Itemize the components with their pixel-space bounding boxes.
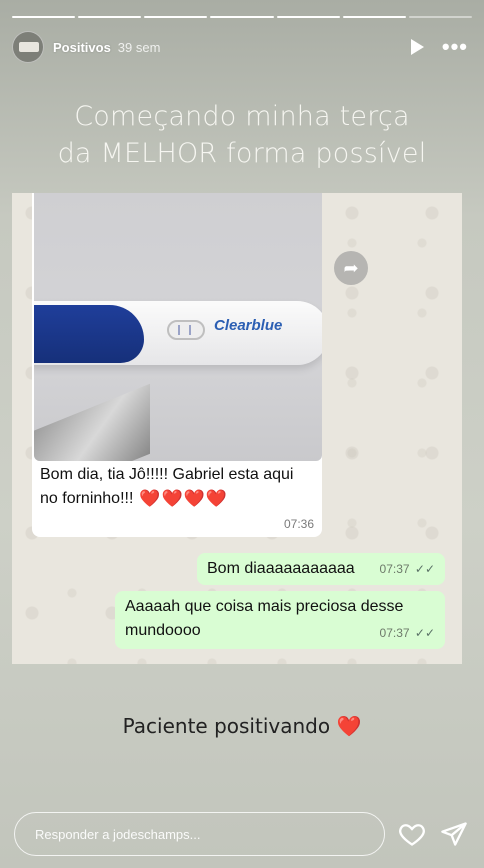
incoming-message-bubble: Clearblue Bom dia, tia Jô!!!!! Gabriel e… [32,193,322,537]
foil-wrapper [34,383,150,461]
progress-segment [408,16,472,18]
story-progress-bar [12,16,472,18]
progress-segment [12,16,76,18]
reply-input[interactable] [35,826,384,842]
bottom-caption: Paciente positivando ❤️ [0,714,484,738]
test-cap [34,305,144,363]
like-heart-icon[interactable] [398,820,426,848]
send-icon[interactable] [440,820,468,848]
story-caption: Começando minha terça da MELHOR forma po… [0,98,484,172]
progress-segment [144,16,208,18]
chat-screenshot: Clearblue Bom dia, tia Jô!!!!! Gabriel e… [12,193,462,664]
bottom-caption-text: Paciente positivando [122,714,331,738]
brand-logo: Clearblue [214,317,283,334]
incoming-message-text: Bom dia, tia Jô!!!!! Gabriel esta aqui n… [40,463,314,511]
hearts-emoji: ❤️❤️❤️❤️ [139,489,229,508]
progress-segment [276,16,340,18]
avatar[interactable] [12,31,44,63]
username[interactable]: Positivos [53,40,111,55]
outgoing-message-bubble: Bom diaaaaaaaaaaa 07:37 ✓✓ [197,553,445,585]
read-receipt-icon: ✓✓ [414,562,435,576]
more-options-icon[interactable]: ••• [442,36,468,58]
message-timestamp: 07:37 ✓✓ [380,557,435,581]
outgoing-message-bubble: Aaaaah que coisa mais preciosa desse mun… [115,591,445,649]
message-text: Aaaaah que coisa mais preciosa desse mun… [125,598,404,639]
pregnancy-test-photo: Clearblue [34,193,322,461]
header-actions: ••• [410,36,472,58]
message-time: 07:36 [283,517,314,531]
story-viewer[interactable]: Positivos 39 sem ••• Começando minha ter… [0,0,484,868]
message-text: Bom diaaaaaaaaaaa [207,560,355,577]
message-time: 07:37 [379,626,410,640]
read-receipt-icon: ✓✓ [414,626,435,640]
progress-segment [78,16,142,18]
progress-segment [210,16,274,18]
story-header: Positivos 39 sem ••• [12,30,472,64]
progress-segment [342,16,406,18]
play-icon[interactable] [410,39,424,55]
forward-icon[interactable]: ➦ [334,251,368,285]
message-timestamp: 07:37 ✓✓ [380,621,435,645]
heart-emoji: ❤️ [336,714,362,738]
reply-field[interactable] [14,812,385,856]
message-time: 07:37 [379,562,410,576]
caption-line-1: Começando minha terça [74,101,410,132]
post-time: 39 sem [117,39,161,55]
caption-line-2: da MELHOR forma possível [57,138,427,169]
result-window [167,320,205,340]
